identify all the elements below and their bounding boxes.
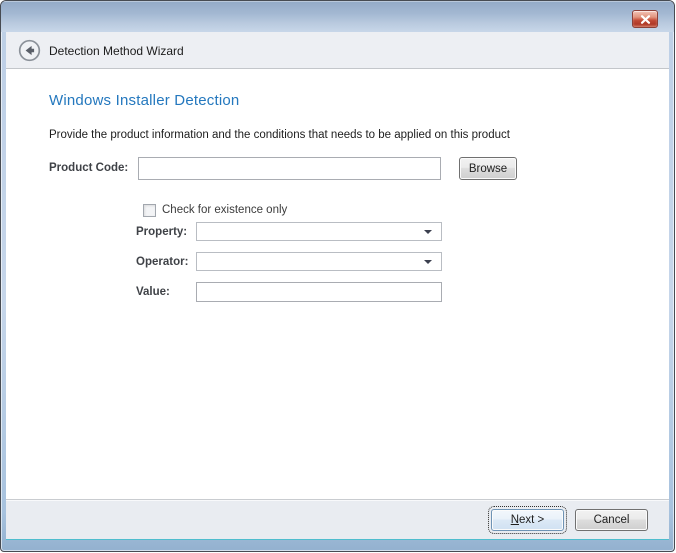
wizard-title: Detection Method Wizard <box>49 32 184 69</box>
value-input[interactable] <box>196 282 442 302</box>
next-button[interactable]: Next > <box>491 509 564 531</box>
operator-label: Operator: <box>136 256 188 268</box>
client-area: Detection Method Wizard Windows Installe… <box>6 32 669 540</box>
page-content: Windows Installer Detection Provide the … <box>6 70 669 499</box>
property-label: Property: <box>136 226 187 238</box>
value-label: Value: <box>136 286 170 298</box>
footer-bar: Next > Cancel <box>6 499 669 539</box>
operator-dropdown[interactable] <box>196 252 442 271</box>
wizard-header: Detection Method Wizard <box>6 32 669 69</box>
cancel-button[interactable]: Cancel <box>575 509 648 531</box>
back-arrow-icon <box>18 39 41 62</box>
property-dropdown[interactable] <box>196 222 442 241</box>
chevron-down-icon <box>424 260 432 264</box>
product-code-input[interactable] <box>138 157 441 180</box>
product-code-label: Product Code: <box>49 162 128 174</box>
instruction-text: Provide the product information and the … <box>49 129 510 141</box>
wizard-window: Detection Method Wizard Windows Installe… <box>0 0 675 552</box>
existence-checkbox-label: Check for existence only <box>162 204 287 216</box>
browse-button[interactable]: Browse <box>459 157 517 180</box>
next-button-mnemonic: N <box>511 514 519 526</box>
back-button[interactable] <box>18 39 41 62</box>
existence-checkbox[interactable] <box>143 204 156 217</box>
close-button[interactable] <box>632 10 658 28</box>
page-heading: Windows Installer Detection <box>49 92 239 109</box>
next-button-label: ext > <box>519 514 544 526</box>
close-icon <box>640 15 651 24</box>
titlebar[interactable] <box>1 1 674 32</box>
chevron-down-icon <box>424 230 432 234</box>
